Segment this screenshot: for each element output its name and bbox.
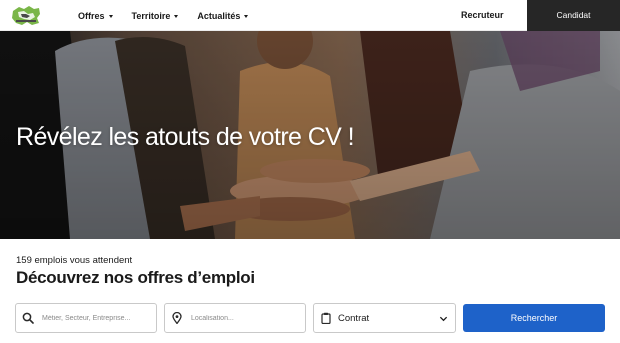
clipboard-icon xyxy=(321,312,331,324)
main-menu: Offres Territoire Actualités xyxy=(78,0,267,31)
top-navbar: Offres Territoire Actualités Recruteur C… xyxy=(0,0,620,31)
hero-banner: Révélez les atouts de votre CV ! xyxy=(0,31,620,239)
hero-title: Révélez les atouts de votre CV ! xyxy=(16,123,355,151)
nav-offres-menu[interactable]: Offres xyxy=(78,11,113,21)
rechercher-button[interactable]: Rechercher xyxy=(463,304,605,332)
nav-territoire-label: Territoire xyxy=(131,10,171,21)
metier-input[interactable] xyxy=(42,314,152,322)
localisation-field[interactable] xyxy=(164,303,306,333)
map-pin-icon xyxy=(172,312,182,324)
metier-search-field[interactable] xyxy=(15,303,157,333)
caret-down-icon xyxy=(174,14,179,18)
nav-actualites-menu[interactable]: Actualités xyxy=(197,10,249,21)
caret-down-icon xyxy=(244,14,249,18)
candidat-button[interactable]: Candidat xyxy=(527,0,620,31)
localisation-input[interactable] xyxy=(191,314,301,322)
search-heading: Découvrez nos offres d’emploi xyxy=(16,268,255,287)
caret-down-icon xyxy=(108,14,113,18)
nav-offres-label: Offres xyxy=(78,10,105,21)
contrat-select[interactable]: Contrat xyxy=(313,303,456,333)
contrat-label: Contrat xyxy=(338,312,370,324)
region-map-logo[interactable] xyxy=(10,5,42,27)
nav-territoire-menu[interactable]: Territoire xyxy=(132,11,179,21)
chevron-down-icon xyxy=(439,316,448,321)
recruteur-link[interactable]: Recruteur xyxy=(461,0,504,31)
search-icon xyxy=(22,312,34,324)
nav-actualites-label: Actualités xyxy=(197,10,241,21)
job-count-text: 159 emplois vous attendent xyxy=(16,255,133,266)
